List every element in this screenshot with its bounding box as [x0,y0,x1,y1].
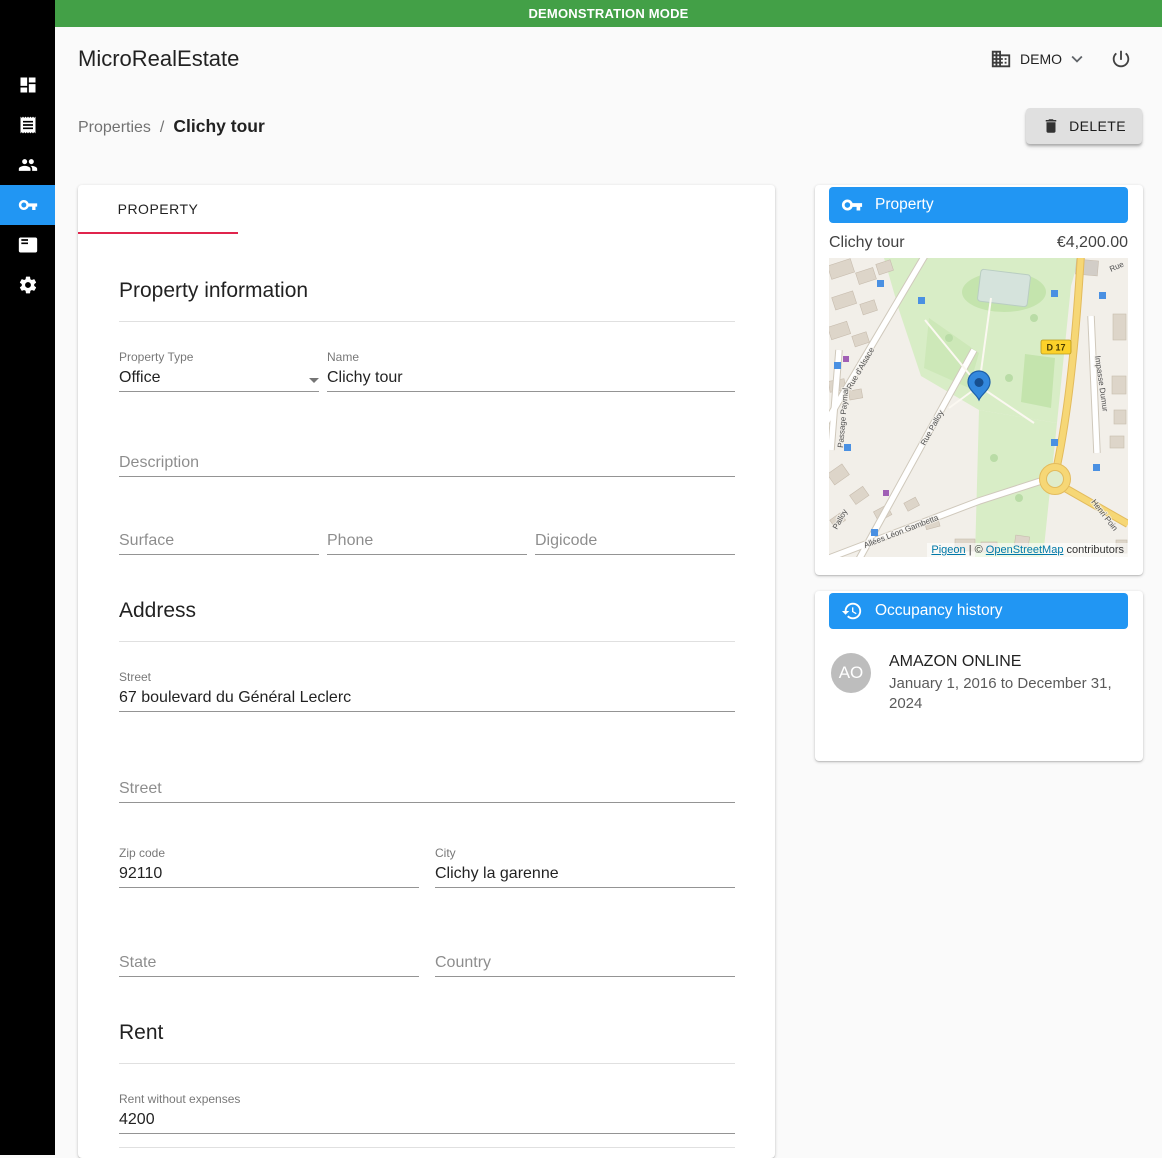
name-value: Clichy tour [327,366,735,392]
section-divider [119,1063,735,1064]
settings-icon [19,276,36,294]
country-placeholder: Country [435,951,735,977]
occupancy-list-item[interactable]: AO AMAZON ONLINE January 1, 2016 to Dece… [829,629,1128,714]
tab-bar: PROPERTY [78,185,775,234]
property-form-card: PROPERTY Property information Property T… [78,185,775,1158]
section-title-address: Address [119,599,197,622]
sidebar-item-tenants[interactable] [0,145,55,185]
street1-field[interactable]: Street 67 boulevard du Général Leclerc [119,669,735,712]
sidebar-item-properties[interactable] [0,185,55,225]
rent-without-expenses-label: Rent without expenses [119,1092,241,1106]
key-icon [841,199,863,211]
property-type-value: Office [119,369,161,386]
street2-field[interactable]: Street [119,760,735,803]
zip-code-field[interactable]: Zip code 92110 [119,845,419,888]
receipt-icon [20,116,35,134]
phone-placeholder: Phone [327,529,527,555]
country-field[interactable]: Country [435,934,735,977]
property-card-header: Property [829,187,1128,223]
people-icon [18,159,37,171]
city-value: Clichy la garenne [435,862,735,888]
app-header: MicroRealEstate DEMO [55,27,1162,90]
breadcrumb: Properties / Clichy tour [78,116,265,137]
surface-field[interactable]: Surface [119,512,319,555]
property-type-label: Property Type [119,350,194,364]
street2-placeholder: Street [119,777,735,803]
breadcrumb-current: Clichy tour [173,115,265,136]
phone-field[interactable]: Phone [327,512,527,555]
occupancy-history-card: Occupancy history AO AMAZON ONLINE Janua… [815,591,1143,761]
demo-mode-text: DEMONSTRATION MODE [528,6,689,21]
description-placeholder: Description [119,451,735,477]
property-form: Property information Property Type Offic… [78,234,775,1158]
zip-code-value: 92110 [119,862,419,888]
breadcrumb-properties-link[interactable]: Properties [78,119,151,137]
sidebar-item-accounting[interactable] [0,225,55,265]
street1-value: 67 boulevard du Général Leclerc [119,686,735,712]
sign-out-button[interactable] [1110,48,1132,70]
section-divider [119,321,735,322]
pigeon-link[interactable]: Pigeon [931,544,965,556]
organization-name: DEMO [1020,50,1062,67]
street1-label: Street [119,670,152,684]
organization-switcher[interactable]: DEMO [990,48,1088,70]
occupancy-card-header: Occupancy history [829,593,1128,629]
openstreetmap-canvas: D 17 Rue d'Alsace Rue Palloy Palloy Allé… [829,258,1128,557]
demo-mode-banner: DEMONSTRATION MODE [55,0,1162,27]
app-title: MicroRealEstate [78,45,240,71]
state-placeholder: State [119,951,419,977]
road-badge-d17: D 17 [1046,343,1065,353]
tab-property[interactable]: PROPERTY [78,185,238,234]
section-divider [119,641,735,642]
sidebar-item-dashboard[interactable] [0,65,55,105]
section-title-rent: Rent [119,1021,164,1044]
dropdown-arrow-icon [309,378,319,383]
name-label: Name [327,350,360,364]
building-icon [991,50,1011,67]
map-attribution: Pigeon | © OpenStreetMap contributors [927,543,1128,557]
featured-list-icon [18,237,37,253]
digicode-placeholder: Digicode [535,529,735,555]
zip-code-label: Zip code [119,846,166,860]
right-column: Property Clichy tour €4,200.00 D 17 Rue … [815,185,1143,761]
property-name: Clichy tour [829,234,905,251]
section-title-property-information: Property information [119,279,309,302]
key-icon [18,200,37,210]
sidebar-item-settings[interactable] [0,265,55,305]
sidebar [0,0,55,1155]
rent-without-expenses-field[interactable]: Rent without expenses 4200 [119,1091,735,1134]
delete-button[interactable]: DELETE [1026,108,1142,144]
openstreetmap-link[interactable]: OpenStreetMap [986,544,1064,556]
next-field-underline [119,1147,735,1148]
city-field[interactable]: City Clichy la garenne [435,845,735,888]
property-rent-amount: €4,200.00 [1056,234,1128,251]
name-field[interactable]: Name Clichy tour [327,349,735,392]
description-field[interactable]: Description [119,434,735,477]
surface-placeholder: Surface [119,529,319,555]
trash-icon [1045,119,1057,133]
state-field[interactable]: State [119,934,419,977]
chevron-down-icon [1071,55,1083,63]
tenant-avatar: AO [831,653,871,693]
digicode-field[interactable]: Digicode [535,512,735,555]
breadcrumb-separator: / [159,118,165,136]
property-type-select[interactable]: Property Type Office [119,349,319,392]
dashboard-icon [20,77,35,93]
tenant-period: January 1, 2016 to December 31, 2024 [889,675,1112,712]
city-label: City [435,846,456,860]
power-icon [1112,50,1130,67]
property-map[interactable]: D 17 Rue d'Alsace Rue Palloy Palloy Allé… [829,258,1128,557]
property-summary-card: Property Clichy tour €4,200.00 D 17 Rue … [815,185,1143,575]
tenant-name: AMAZON ONLINE [889,653,1022,670]
history-icon [841,602,862,620]
sidebar-item-rents[interactable] [0,105,55,145]
rent-without-expenses-value: 4200 [119,1108,735,1134]
